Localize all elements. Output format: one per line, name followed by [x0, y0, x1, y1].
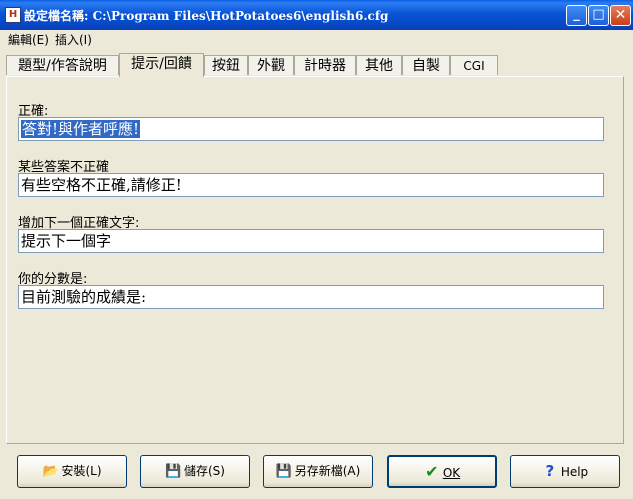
- menu-edit[interactable]: 編輯(E): [8, 31, 49, 48]
- app-icon: H: [5, 7, 21, 23]
- tab-other[interactable]: 其他: [356, 55, 402, 75]
- some-incorrect-input[interactable]: 有些空格不正確,請修正!: [18, 173, 604, 197]
- correct-input-value: 答對!與作者呼應!: [21, 120, 141, 138]
- install-button-label: 安裝(L): [61, 464, 102, 478]
- tab-cgi[interactable]: CGI: [450, 55, 498, 75]
- close-button[interactable]: ✕: [610, 5, 631, 26]
- help-question-icon: ?: [545, 462, 555, 480]
- menu-insert[interactable]: 插入(I): [55, 31, 92, 48]
- save-button-label: 儲存(S): [184, 464, 225, 478]
- window-title: 設定檔名稱: C:\Program Files\HotPotatoes6\eng…: [24, 9, 389, 23]
- menu-bar: 編輯(E) 插入(I): [0, 30, 633, 47]
- tab-question-type[interactable]: 題型/作答說明: [6, 55, 119, 75]
- next-correct-input[interactable]: 提示下一個字: [18, 229, 604, 253]
- correct-input[interactable]: 答對!與作者呼應!: [18, 117, 604, 141]
- checkmark-icon: ✔: [425, 462, 439, 481]
- tab-feedback[interactable]: 提示/回饋: [119, 53, 204, 77]
- save-as-button-label: 另存新檔(A): [294, 464, 361, 478]
- install-button[interactable]: 📂 安裝(L): [17, 455, 127, 488]
- tab-strip: 題型/作答說明 提示/回饋 按鈕 外觀 計時器 其他 自製 CGI: [6, 53, 626, 77]
- save-button[interactable]: 💾 儲存(S): [140, 455, 250, 488]
- your-score-input[interactable]: 目前測驗的成績是:: [18, 285, 604, 309]
- floppy-disks-icon: 💾: [275, 464, 292, 479]
- save-as-button[interactable]: 💾 另存新檔(A): [263, 455, 373, 488]
- help-button-label: Help: [560, 465, 589, 479]
- title-bar[interactable]: H 設定檔名稱: C:\Program Files\HotPotatoes6\e…: [0, 0, 633, 30]
- minimize-button[interactable]: _: [566, 5, 587, 26]
- tab-appearance[interactable]: 外觀: [248, 55, 294, 75]
- tab-custom[interactable]: 自製: [402, 55, 450, 75]
- tab-timer[interactable]: 計時器: [294, 55, 356, 75]
- ok-button-label: OK: [442, 466, 461, 480]
- folder-icon: 📂: [42, 464, 59, 479]
- ok-button[interactable]: ✔ OK: [387, 455, 497, 488]
- maximize-button[interactable]: □: [588, 5, 609, 26]
- tab-buttons[interactable]: 按鈕: [204, 55, 248, 75]
- help-button[interactable]: ? Help: [510, 455, 620, 488]
- floppy-disk-icon: 💾: [165, 464, 182, 479]
